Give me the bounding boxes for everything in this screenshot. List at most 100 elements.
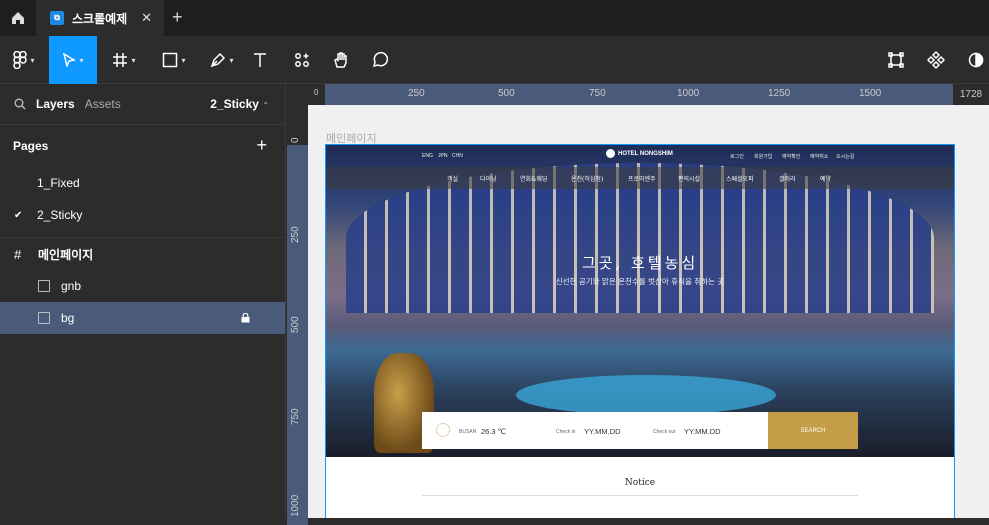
new-tab-button[interactable]: + [172, 7, 183, 28]
notice-divider [422, 495, 858, 496]
sun-icon [436, 423, 450, 437]
edit-object-icon [888, 52, 904, 68]
nav-item: 온천(허심청) [571, 176, 604, 183]
site-logo: HOTEL NONGSHIM [606, 149, 673, 158]
ruler-tick: 750 [589, 88, 606, 99]
ruler-left: 0 250 500 750 1000 [287, 105, 308, 525]
layer-label: gnb [61, 279, 82, 293]
chevron-down-icon: ▾ [229, 55, 234, 65]
nav-item: 연회&웨딩 [520, 176, 548, 183]
checkout-value: YY.MM.DD [684, 427, 721, 436]
page-switcher[interactable]: 2_Sticky ⌃ [210, 97, 269, 111]
util-link: 예약취소 [810, 154, 829, 160]
current-page-label: 2_Sticky [210, 97, 259, 111]
nav-item: 갤러리 [779, 176, 796, 183]
chevron-down-icon: ▾ [181, 55, 186, 65]
comment-tool-button[interactable] [368, 36, 392, 84]
layer-bg[interactable]: bg [0, 302, 285, 334]
component-button[interactable] [924, 36, 948, 84]
search-button: SEARCH [768, 412, 858, 449]
nav-item: 프로미엔주 [628, 176, 656, 183]
add-page-button[interactable]: + [256, 135, 267, 156]
close-icon[interactable]: ✕ [141, 10, 152, 26]
layer-label: bg [61, 311, 75, 325]
layer-label: 메인페이지 [38, 247, 94, 262]
checkin-label: Check in [556, 429, 576, 435]
ruler-tick: 500 [290, 316, 301, 333]
lang-link: ENG [422, 153, 433, 159]
ruler-end-label: 1728 [953, 84, 989, 105]
frame-icon [113, 53, 128, 67]
pages-header: Pages + [0, 125, 285, 167]
util-link: 회원가입 [754, 154, 773, 160]
page-item-1-fixed[interactable]: 1_Fixed [0, 167, 285, 199]
panel-tabs: Layers Assets 2_Sticky ⌃ [0, 84, 285, 124]
page-item-label: 1_Fixed [37, 176, 80, 190]
pool [516, 375, 776, 415]
lock-icon[interactable] [241, 313, 250, 323]
resources-icon [295, 53, 309, 67]
ruler-selection-highlight [287, 145, 308, 525]
canvas[interactable]: 메인페이지 ENG JPN CHN HOTEL NONGSHIM 로그인 회원가… [308, 105, 989, 518]
util-link: 예약확인 [782, 154, 801, 160]
site-logo-text: HOTEL NONGSHIM [618, 150, 673, 157]
hand-icon [334, 52, 347, 68]
search-icon[interactable] [14, 98, 26, 110]
util-link: 오시는길 [836, 154, 855, 160]
edit-object-button[interactable] [884, 36, 908, 84]
text-tool-button[interactable] [248, 36, 272, 84]
hero-headline: 그곳, 호텔농심 [581, 254, 699, 272]
lang-link: JPN [438, 153, 448, 159]
chevron-up-icon: ⌃ [262, 101, 269, 110]
weather-city: BUSAN [459, 429, 477, 435]
image-icon [38, 312, 50, 324]
cursor-icon [63, 53, 77, 67]
page-item-2-sticky[interactable]: ✔ 2_Sticky [0, 199, 285, 231]
site-gnb: 객실 다이닝 연회&웨딩 온천(허심청) 프로미엔주 편의시설 스페셜오퍼 갤러… [326, 167, 954, 189]
ruler-tick: 0 [314, 88, 319, 97]
chevron-down-icon: ▾ [79, 55, 84, 65]
tab-file[interactable]: ⧉ 스크롤예제 ✕ [36, 0, 164, 36]
ruler-tick: 1250 [768, 88, 791, 99]
nav-item: 객실 [447, 176, 459, 183]
home-button[interactable] [0, 0, 36, 36]
chevron-down-icon: ▾ [131, 55, 136, 65]
lang-link: CHN [452, 153, 463, 159]
tab-assets[interactable]: Assets [85, 97, 121, 111]
toolbar: ▾ ▾ ▾ ▾ ▾ [0, 36, 989, 84]
main-menu-button[interactable]: ▾ [0, 36, 48, 84]
contrast-icon [968, 52, 984, 68]
checkin-value: YY.MM.DD [584, 427, 621, 436]
layer-gnb[interactable]: gnb [0, 270, 285, 302]
nav-item: 다이닝 [480, 176, 497, 183]
ruler-top: 0 250 500 750 1000 1250 1500 [287, 84, 989, 105]
ruler-tick: 250 [290, 226, 301, 243]
frame-main[interactable]: ENG JPN CHN HOTEL NONGSHIM 로그인 회원가입 예약확인… [325, 144, 955, 518]
tab-bar: ⧉ 스크롤예제 ✕ + [0, 0, 989, 36]
resources-button[interactable] [290, 36, 314, 84]
nav-item: 예약 [820, 176, 832, 183]
move-tool-button[interactable]: ▾ [49, 36, 97, 84]
home-icon [12, 12, 24, 24]
chevron-down-icon: ▾ [30, 55, 35, 65]
component-icon [927, 51, 945, 69]
hero-image[interactable]: ENG JPN CHN HOTEL NONGSHIM 로그인 회원가입 예약확인… [326, 145, 954, 457]
notice-title: Notice [624, 478, 656, 488]
layer-frame-main[interactable]: # 메인페이지 [0, 238, 285, 270]
tab-file-label: 스크롤예제 [72, 11, 128, 26]
nav-item: 편의시설 [678, 176, 701, 183]
comment-icon [372, 51, 389, 68]
util-link: 로그인 [730, 154, 744, 160]
ruler-tick: 1000 [290, 494, 301, 517]
mask-button[interactable] [964, 36, 988, 84]
page-item-label: 2_Sticky [37, 208, 83, 222]
tab-layers[interactable]: Layers [36, 97, 75, 111]
ruler-tick: 1000 [677, 88, 700, 99]
frame-tool-button[interactable]: ▾ [102, 36, 146, 84]
hand-tool-button[interactable] [328, 36, 354, 84]
pen-tool-button[interactable]: ▾ [200, 36, 244, 84]
ruler-tick: 250 [408, 88, 425, 99]
ruler-tick: 750 [290, 408, 301, 425]
ruler-tick: 1500 [859, 88, 882, 99]
shape-tool-button[interactable]: ▾ [152, 36, 196, 84]
